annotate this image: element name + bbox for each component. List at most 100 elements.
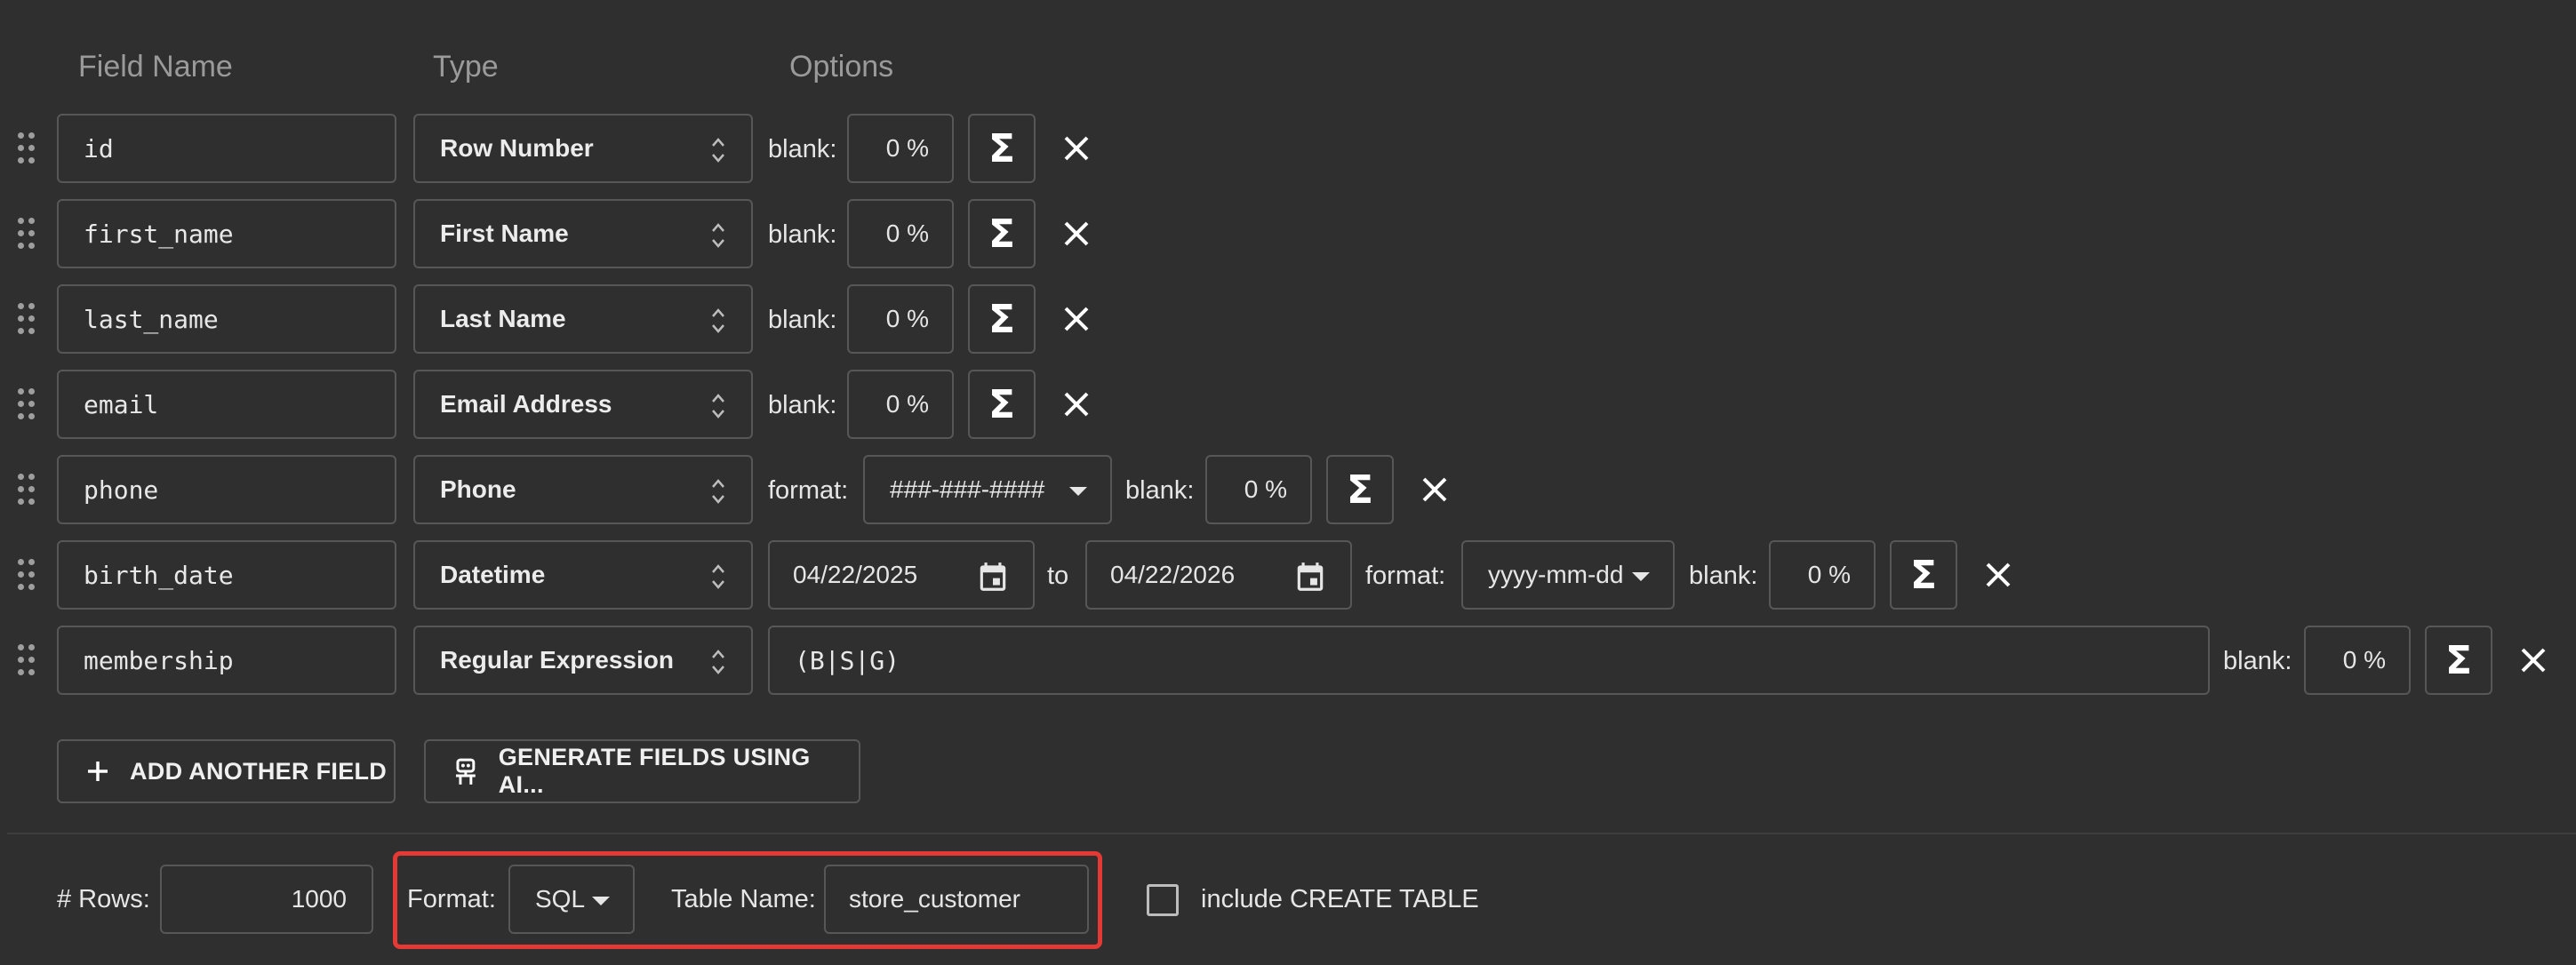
- blank-percent-input[interactable]: 0 %: [847, 370, 954, 439]
- field-type-select[interactable]: First Name: [413, 199, 753, 268]
- close-icon[interactable]: [1060, 132, 1092, 164]
- field-name-input[interactable]: membership: [57, 626, 396, 695]
- add-another-field-button[interactable]: ADD ANOTHER FIELD: [57, 739, 396, 803]
- close-icon[interactable]: [1060, 218, 1092, 250]
- phone-format-value: ###-###-####: [890, 475, 1045, 503]
- field-name-input[interactable]: birth_date: [57, 540, 396, 610]
- robot-icon: [455, 758, 476, 785]
- field-type-select[interactable]: Last Name: [413, 284, 753, 354]
- field-type-select[interactable]: Row Number: [413, 114, 753, 183]
- blank-percent-input[interactable]: 0 %: [1205, 455, 1312, 524]
- sort-arrows-icon: [712, 223, 724, 248]
- close-icon[interactable]: [1419, 474, 1451, 506]
- format-label: format:: [1365, 562, 1446, 590]
- sort-arrows-icon: [712, 308, 724, 333]
- sigma-button[interactable]: Σ: [968, 114, 1036, 183]
- close-icon[interactable]: [1060, 388, 1092, 420]
- regex-input[interactable]: (B|S|G): [768, 626, 2210, 695]
- blank-label: blank:: [1125, 476, 1195, 505]
- field-type-value: Row Number: [440, 134, 594, 162]
- phone-format-dropdown[interactable]: ###-###-####: [863, 455, 1112, 524]
- date-from-value: 04/22/2025: [793, 561, 918, 588]
- sigma-icon: Σ: [1909, 552, 1938, 598]
- sort-arrows-icon: [712, 138, 724, 163]
- generate-fields-ai-label: GENERATE FIELDS USING AI...: [498, 744, 811, 798]
- drag-handle-icon[interactable]: [18, 474, 37, 506]
- field-name-input[interactable]: last_name: [57, 284, 396, 354]
- drag-handle-icon[interactable]: [18, 644, 37, 676]
- field-type-value: First Name: [440, 219, 569, 247]
- field-name-input[interactable]: email: [57, 370, 396, 439]
- sigma-icon: Σ: [988, 125, 1016, 171]
- drag-handle-icon[interactable]: [18, 132, 37, 164]
- generate-fields-ai-button[interactable]: GENERATE FIELDS USING AI...: [424, 739, 860, 803]
- date-to-input[interactable]: 04/22/2026: [1085, 540, 1352, 610]
- sort-arrows-icon: [712, 394, 724, 419]
- sigma-icon: Σ: [988, 296, 1016, 342]
- field-type-select[interactable]: Email Address: [413, 370, 753, 439]
- sigma-icon: Σ: [988, 211, 1016, 257]
- calendar-icon[interactable]: [1293, 560, 1327, 594]
- date-to-value: 04/22/2026: [1110, 561, 1236, 588]
- field-name-input[interactable]: phone: [57, 455, 396, 524]
- drag-handle-icon[interactable]: [18, 559, 37, 591]
- drag-handle-icon[interactable]: [18, 388, 37, 420]
- blank-label: blank:: [768, 306, 837, 334]
- to-label: to: [1047, 562, 1069, 590]
- date-format-dropdown[interactable]: yyyy-mm-dd: [1461, 540, 1675, 610]
- options-header: Options: [789, 50, 894, 84]
- field-type-value: Last Name: [440, 305, 566, 332]
- blank-label: blank:: [768, 135, 837, 163]
- add-another-field-label: ADD ANOTHER FIELD: [130, 757, 388, 785]
- sort-arrows-icon: [712, 479, 724, 504]
- sigma-button[interactable]: Σ: [2425, 626, 2492, 695]
- sigma-icon: Σ: [2444, 637, 2473, 683]
- create-table-label: include CREATE TABLE: [1201, 885, 1479, 913]
- type-header: Type: [433, 50, 499, 84]
- sigma-icon: Σ: [988, 381, 1016, 427]
- date-format-value: yyyy-mm-dd: [1488, 561, 1624, 588]
- rows-input[interactable]: 1000: [160, 865, 373, 934]
- blank-percent-input[interactable]: 0 %: [847, 114, 954, 183]
- close-icon[interactable]: [1060, 303, 1092, 335]
- field-type-value: Email Address: [440, 390, 612, 418]
- field-type-select[interactable]: Datetime: [413, 540, 753, 610]
- sigma-button[interactable]: Σ: [1326, 455, 1394, 524]
- blank-percent-input[interactable]: 0 %: [2304, 626, 2411, 695]
- field-name-header: Field Name: [78, 50, 233, 84]
- sigma-icon: Σ: [1346, 467, 1374, 513]
- field-type-value: Datetime: [440, 561, 546, 588]
- field-name-input[interactable]: id: [57, 114, 396, 183]
- blank-label: blank:: [2223, 647, 2292, 675]
- format-label: format:: [768, 476, 849, 505]
- blank-percent-input[interactable]: 0 %: [847, 199, 954, 268]
- section-divider: [7, 833, 2576, 834]
- output-format-dropdown[interactable]: SQL: [508, 865, 635, 934]
- sigma-button[interactable]: Σ: [1890, 540, 1957, 610]
- sigma-button[interactable]: Σ: [968, 370, 1036, 439]
- blank-label: blank:: [768, 391, 837, 419]
- field-name-input[interactable]: first_name: [57, 199, 396, 268]
- output-format-value: SQL: [535, 885, 586, 913]
- sort-arrows-icon: [712, 650, 724, 674]
- field-type-select[interactable]: Regular Expression: [413, 626, 753, 695]
- calendar-icon[interactable]: [976, 560, 1010, 594]
- caret-down-icon: [592, 897, 610, 905]
- field-type-select[interactable]: Phone: [413, 455, 753, 524]
- blank-label: blank:: [1689, 562, 1758, 590]
- sigma-button[interactable]: Σ: [968, 284, 1036, 354]
- table-name-input[interactable]: store_customer: [824, 865, 1089, 934]
- caret-down-icon: [1632, 572, 1650, 581]
- drag-handle-icon[interactable]: [18, 303, 37, 335]
- blank-percent-input[interactable]: 0 %: [847, 284, 954, 354]
- caret-down-icon: [1069, 487, 1087, 496]
- rows-label: # Rows:: [57, 885, 150, 913]
- sigma-button[interactable]: Σ: [968, 199, 1036, 268]
- close-icon[interactable]: [2517, 644, 2549, 676]
- create-table-checkbox[interactable]: [1147, 884, 1179, 916]
- blank-percent-input[interactable]: 0 %: [1769, 540, 1876, 610]
- field-type-value: Regular Expression: [440, 646, 674, 674]
- drag-handle-icon[interactable]: [18, 218, 37, 250]
- close-icon[interactable]: [1982, 559, 2014, 591]
- date-from-input[interactable]: 04/22/2025: [768, 540, 1035, 610]
